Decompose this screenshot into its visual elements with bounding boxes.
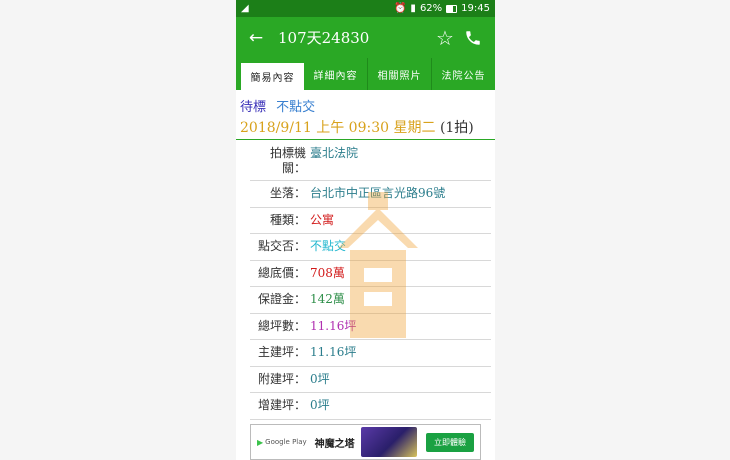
total-area-value: 11.16坪 (310, 318, 357, 333)
base-price-key: 總底價： (257, 265, 306, 280)
main-area-value: 11.16坪 (310, 345, 357, 360)
tab-bar: 簡易內容 詳細內容 相關照片 法院公告 (236, 58, 495, 90)
auction-count: (1拍) (439, 120, 474, 136)
extra-area-value: 0坪 (310, 398, 330, 413)
ad-banner[interactable]: ▶ Google Play 神魔之塔 立即體驗 (250, 424, 481, 460)
attached-area-key: 附建坪： (257, 371, 306, 386)
phone-icon-glyph (466, 30, 480, 45)
tab-details[interactable]: 詳細內容 (304, 58, 368, 90)
deposit-key: 保證金： (257, 292, 306, 307)
address-value: 台北市中正區言光路96號 (310, 186, 446, 201)
phone-screen: ◢ ⏰ ▮ 62% 19:45 ← 107天24830 ☆ 簡易內容 詳細內容 … (236, 0, 495, 460)
handover-key: 點交否： (257, 239, 306, 254)
address-key: 坐落： (269, 186, 306, 201)
total-area-key: 總坪數： (257, 318, 306, 333)
agency-key: 拍標機關： (269, 146, 306, 175)
star-icon[interactable]: ☆ (431, 24, 459, 52)
phone-icon[interactable] (459, 24, 487, 52)
row-type: 種類： 公寓 (250, 208, 491, 234)
alarm-icon: ⏰ (393, 3, 407, 14)
signal-icon: ▮ (410, 3, 416, 14)
row-total-area: 總坪數： 11.16坪 (250, 314, 491, 340)
auction-date: 2018/9/11 上午 09:30 星期二 (1拍) (236, 115, 495, 140)
clock: 19:45 (461, 3, 490, 14)
main-area-key: 主建坪： (257, 345, 306, 360)
type-key: 種類： (269, 212, 306, 227)
type-value: 公寓 (310, 212, 335, 227)
battery-icon (446, 4, 458, 13)
attached-area-value: 0坪 (310, 371, 330, 386)
ad-cta-button[interactable]: 立即體驗 (426, 432, 474, 452)
row-handover: 點交否： 不點交 (250, 234, 491, 261)
ad-game-name: 神魔之塔 (314, 438, 355, 450)
deposit-value: 142萬 (310, 292, 345, 307)
back-arrow-icon[interactable]: ← (244, 26, 268, 50)
battery-percent: 62% (419, 3, 443, 14)
row-attached-area: 附建坪： 0坪 (250, 367, 491, 393)
play-store-icon: ▶ (257, 437, 264, 447)
app-bar: ← 107天24830 ☆ (236, 17, 495, 58)
extra-area-key: 增建坪： (257, 398, 306, 413)
status-label: 待標 (240, 100, 267, 115)
row-address: 坐落： 台北市中正區言光路96號 (250, 181, 491, 208)
status-value: 不點交 (276, 100, 316, 115)
tab-summary[interactable]: 簡易內容 (241, 63, 304, 90)
row-deposit: 保證金： 142萬 (250, 287, 491, 314)
page-title: 107天24830 (278, 29, 370, 47)
notification-icon: ◢ (241, 3, 249, 14)
base-price-value: 708萬 (310, 265, 345, 280)
row-main-area: 主建坪： 11.16坪 (250, 340, 491, 367)
auction-datetime: 2018/9/11 上午 09:30 星期二 (240, 120, 436, 136)
tab-photos[interactable]: 相關照片 (368, 58, 432, 90)
google-play-badge: ▶ Google Play (257, 438, 307, 447)
ad-artwork (360, 427, 417, 457)
store-name: Google Play (265, 438, 307, 446)
listing-status: 待標 不點交 (236, 90, 495, 115)
handover-value: 不點交 (310, 239, 347, 254)
agency-value: 臺北法院 (310, 146, 359, 160)
detail-table: 拍標機關： 臺北法院 坐落： 台北市中正區言光路96號 種類： 公寓 點交否： … (236, 140, 495, 420)
row-base-price: 總底價： 708萬 (250, 261, 491, 287)
row-agency: 拍標機關： 臺北法院 (250, 140, 491, 181)
tab-court-notice[interactable]: 法院公告 (432, 58, 495, 90)
status-bar: ◢ ⏰ ▮ 62% 19:45 (236, 0, 495, 17)
row-extra-area: 增建坪： 0坪 (250, 393, 491, 420)
